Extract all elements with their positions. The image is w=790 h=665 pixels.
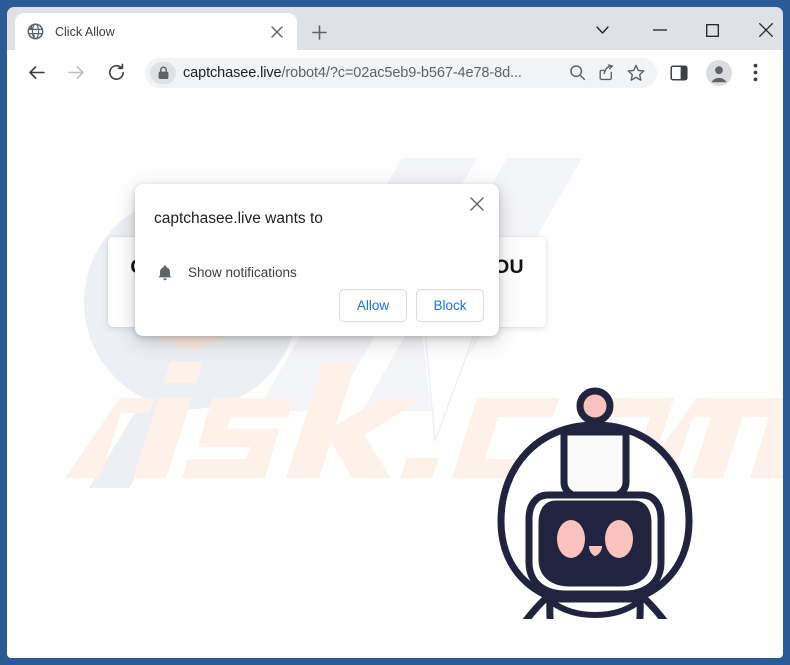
three-dots-menu-icon[interactable]: [739, 57, 771, 89]
allow-button[interactable]: Allow: [339, 289, 407, 322]
address-bar-text: captchasee.live/robot4/?c=02ac5eb9-b567-…: [183, 65, 563, 81]
block-button[interactable]: Block: [416, 289, 484, 322]
window-minimize-button[interactable]: [637, 11, 682, 49]
address-bar-host: captchasee.live: [183, 64, 282, 81]
tab-strip: Click Allow: [7, 7, 783, 50]
notification-permission-popup: captchasee.live wants to Show notificati…: [135, 184, 499, 336]
new-tab-button[interactable]: [305, 18, 333, 46]
star-icon[interactable]: [621, 64, 651, 82]
profile-avatar-icon[interactable]: [703, 57, 735, 89]
lock-icon[interactable]: [150, 61, 176, 84]
reload-button[interactable]: [101, 58, 131, 88]
share-icon[interactable]: [591, 64, 621, 81]
speech-bubble-tail: [421, 325, 478, 442]
address-bar[interactable]: captchasee.live/robot4/?c=02ac5eb9-b567-…: [145, 57, 657, 88]
robot-illustration: [497, 387, 693, 619]
browser-tab[interactable]: Click Allow: [15, 13, 297, 50]
browser-toolbar: captchasee.live/robot4/?c=02ac5eb9-b567-…: [7, 50, 783, 95]
window-close-button[interactable]: [743, 11, 788, 49]
window-tab-search-button[interactable]: [580, 11, 625, 49]
popup-close-icon[interactable]: [463, 190, 491, 218]
browser-window: Click Allow captchasee.live/robot4/?c=02…: [0, 0, 790, 665]
popup-request-label: Show notifications: [188, 265, 297, 280]
address-bar-path: /robot4/?c=02ac5eb9-b567-4e78-8d...: [281, 64, 522, 81]
side-panel-icon[interactable]: [663, 57, 695, 89]
page-viewport: CLICK «ALLOW» TO CONFIRM THAT YOU ARE NO…: [7, 95, 783, 658]
globe-icon: [27, 23, 44, 40]
tab-title: Click Allow: [55, 24, 115, 39]
back-button[interactable]: [21, 58, 51, 88]
tab-close-icon[interactable]: [266, 21, 288, 43]
popup-title: captchasee.live wants to: [154, 210, 323, 227]
bell-icon: [156, 264, 174, 282]
zoom-out-icon[interactable]: [563, 64, 591, 81]
window-maximize-button[interactable]: [690, 11, 735, 49]
forward-button: [61, 58, 91, 88]
popup-actions: Allow Block: [339, 289, 484, 322]
